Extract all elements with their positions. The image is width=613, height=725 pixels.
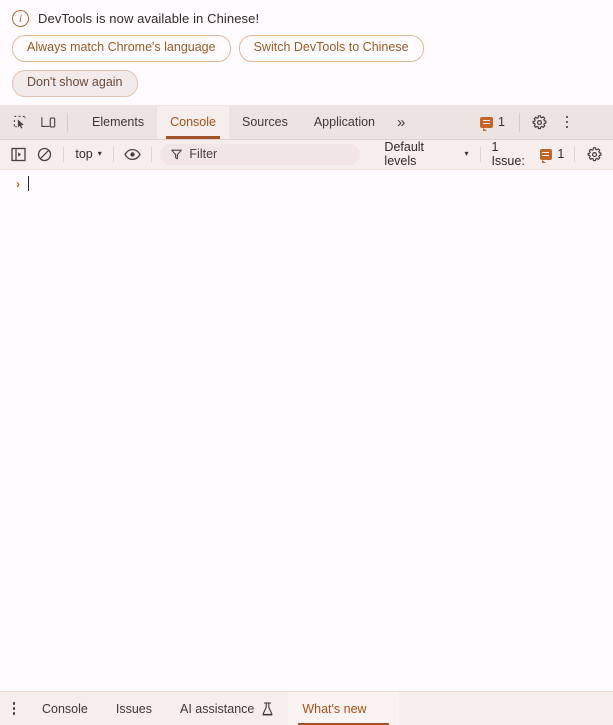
- execution-context-selector[interactable]: top ▾: [70, 145, 106, 163]
- drawer-tab-label: AI assistance: [180, 701, 255, 716]
- banner-close-button[interactable]: [577, 36, 603, 62]
- kebab-menu-icon: [559, 115, 575, 129]
- tab-sources[interactable]: Sources: [229, 106, 301, 139]
- devtools-window: i DevTools is now available in Chinese! …: [0, 0, 613, 725]
- console-sidebar-button[interactable]: [6, 141, 32, 167]
- tab-console[interactable]: Console: [157, 105, 229, 139]
- console-text-caret: [28, 176, 29, 191]
- drawer-right-controls: [579, 692, 613, 725]
- tab-application[interactable]: Application: [301, 106, 388, 139]
- filter-funnel-icon: [171, 149, 183, 159]
- device-toolbar-icon: [40, 116, 55, 127]
- toolbar-divider-1: [63, 146, 65, 162]
- issues-badge[interactable]: 1: [471, 106, 514, 139]
- inspect-element-button[interactable]: [6, 106, 34, 139]
- devtools-close-button[interactable]: [581, 106, 609, 139]
- kebab-menu-icon: [6, 702, 22, 715]
- drawer-tab-label: Issues: [115, 701, 153, 716]
- banner-message: DevTools is now available in Chinese!: [38, 11, 260, 26]
- execution-context-label: top: [75, 147, 93, 161]
- drawer-close-button[interactable]: [579, 696, 605, 722]
- issue-label: 1 Issue:: [491, 140, 525, 168]
- toolbar-divider-4: [480, 146, 482, 162]
- tab-elements[interactable]: Elements: [79, 106, 157, 139]
- console-prompt-arrow-icon: ›: [16, 176, 20, 191]
- issue-count: 1: [557, 147, 565, 161]
- switch-devtools-language-button[interactable]: Switch DevTools to Chinese: [238, 35, 424, 62]
- live-expression-button[interactable]: [120, 141, 146, 167]
- more-tabs-button[interactable]: »: [388, 106, 414, 139]
- tabbar-divider-right: [519, 112, 520, 132]
- chevron-down-icon: ▾: [97, 149, 102, 158]
- banner-message-row: i DevTools is now available in Chinese!: [12, 10, 601, 27]
- tabbar-divider: [67, 112, 68, 132]
- main-tabbar: Elements Console Sources Application » 1: [0, 105, 613, 140]
- always-match-language-button[interactable]: Always match Chrome's language: [12, 35, 231, 62]
- drawer-tab-console[interactable]: Console: [28, 692, 102, 725]
- close-icon: [374, 704, 384, 714]
- chevron-down-icon: ▾: [464, 149, 469, 158]
- drawer-tab-label: Console: [42, 701, 88, 716]
- console-issues-link[interactable]: 1 Issue: 1: [487, 140, 568, 168]
- close-icon: [589, 116, 602, 129]
- inspect-element-icon: [13, 115, 26, 128]
- drawer-tab-ai-assistance[interactable]: AI assistance: [166, 692, 288, 725]
- filter-placeholder: Filter: [189, 147, 218, 161]
- issues-message-icon: [539, 148, 553, 163]
- issues-message-icon: [480, 116, 494, 131]
- console-settings-button[interactable]: [581, 141, 607, 167]
- log-levels-selector[interactable]: Default levels ▾: [378, 138, 474, 170]
- console-settings-gear-icon: [587, 146, 602, 161]
- live-expression-icon: [124, 148, 141, 160]
- clear-console-button[interactable]: [32, 141, 58, 167]
- language-banner: i DevTools is now available in Chinese! …: [0, 0, 613, 106]
- log-levels-label: Default levels: [384, 140, 425, 168]
- dont-show-again-button[interactable]: Don't show again: [12, 69, 138, 97]
- drawer-tab-issues[interactable]: Issues: [102, 692, 166, 725]
- console-toolbar: top ▾ Filter Default levels ▾ 1 Issue: 1: [0, 138, 613, 170]
- drawer-tab-label: What's new: [302, 701, 367, 716]
- info-icon: i: [12, 10, 29, 27]
- toolbar-divider-3: [151, 146, 153, 162]
- issues-count: 1: [498, 115, 505, 129]
- toolbar-divider-5: [574, 146, 576, 162]
- console-sidebar-icon: [11, 147, 26, 161]
- toolbar-divider-2: [112, 146, 114, 162]
- more-options-button[interactable]: [553, 106, 581, 139]
- drawer-tab-whats-new[interactable]: What's new: [288, 692, 399, 725]
- tabbar-right-controls: 1: [471, 106, 613, 139]
- close-icon: [584, 43, 597, 56]
- filter-input[interactable]: Filter: [160, 143, 361, 165]
- console-output-area[interactable]: ›: [0, 169, 613, 691]
- banner-actions: Always match Chrome's language Switch De…: [12, 35, 512, 97]
- drawer-tabbar: Console Issues AI assistance What's new: [0, 691, 613, 725]
- panel-tabs: Elements Console Sources Application »: [79, 105, 414, 139]
- console-prompt-row[interactable]: ›: [0, 170, 613, 192]
- drawer-tab-close-button[interactable]: [374, 703, 385, 714]
- experiment-flask-icon: [262, 701, 273, 715]
- settings-button[interactable]: [525, 106, 553, 139]
- device-toolbar-button[interactable]: [34, 106, 62, 139]
- close-icon: [586, 702, 599, 715]
- gear-icon: [532, 114, 546, 129]
- drawer-more-options-button[interactable]: [0, 692, 28, 725]
- clear-console-icon: [37, 147, 52, 161]
